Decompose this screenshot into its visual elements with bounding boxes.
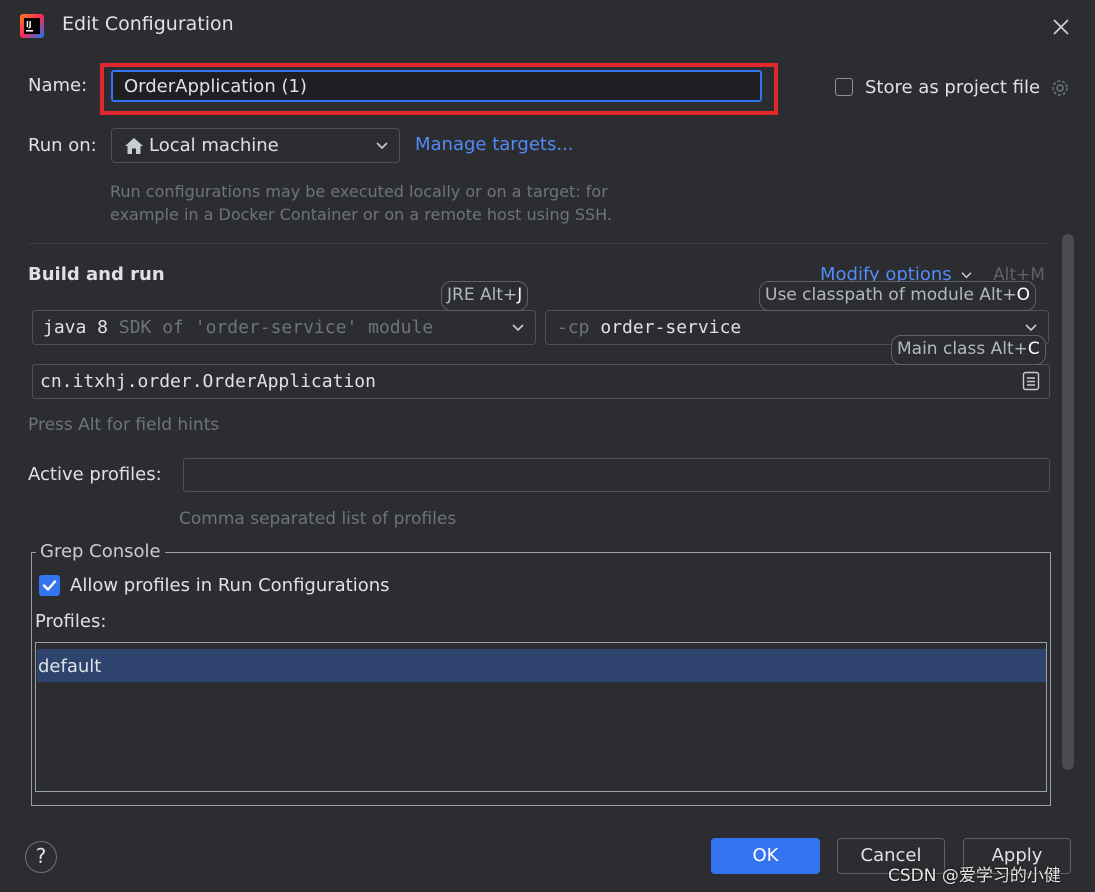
field-hints-text: Press Alt for field hints (28, 415, 220, 435)
title-bar: IJ Edit Configuration (0, 0, 1095, 52)
run-on-hint-line1: Run configurations may be executed local… (110, 182, 608, 201)
jre-hint-key: J (517, 285, 523, 305)
classpath-value: -cp order-service (557, 317, 741, 338)
main-class-value: cn.itxhj.order.OrderApplication (40, 371, 376, 392)
main-class-hint-pill: Main class Alt+C (891, 335, 1046, 365)
manage-targets-link[interactable]: Manage targets... (415, 134, 574, 155)
window-title: Edit Configuration (62, 13, 234, 35)
run-on-hint-line2: example in a Docker Container or on a re… (110, 205, 612, 224)
sdk-value: java 8 SDK of 'order-service' module (43, 317, 433, 338)
store-project-label[interactable]: Store as project file (865, 77, 1040, 98)
active-profiles-label: Active profiles: (28, 464, 162, 485)
profile-item-label: default (38, 656, 102, 677)
main-class-hint-text: Main class Alt+ (897, 339, 1028, 359)
classpath-hint-text: Use classpath of module Alt+ (765, 285, 1017, 305)
sdk-detail: SDK of 'order-service' module (118, 317, 434, 338)
main-class-hint-key: C (1027, 339, 1040, 359)
chevron-down-icon (512, 324, 524, 332)
classpath-hint-pill: Use classpath of module Alt+O (759, 281, 1036, 311)
allow-profiles-checkbox[interactable] (39, 575, 60, 596)
separator (28, 243, 1048, 244)
grep-console-title: Grep Console (36, 541, 165, 562)
chevron-down-icon (376, 142, 388, 150)
scrollbar[interactable] (1062, 234, 1074, 770)
svg-text:IJ: IJ (26, 20, 32, 29)
intellij-logo-icon: IJ (20, 14, 44, 38)
help-button[interactable]: ? (25, 841, 57, 873)
jre-hint-text: JRE Alt+ (447, 285, 518, 305)
cp-module: order-service (600, 317, 742, 338)
run-on-label: Run on: (28, 135, 97, 156)
jre-hint-pill: JRE Alt+J (441, 281, 529, 311)
ok-button[interactable]: OK (711, 838, 820, 874)
gear-icon[interactable] (1049, 77, 1071, 99)
watermark: CSDN @爱学习的小健 (888, 866, 1061, 886)
sdk-main: java 8 (43, 317, 109, 338)
classpath-hint-key: O (1016, 285, 1030, 305)
chevron-down-icon (1025, 324, 1037, 332)
store-project-checkbox[interactable] (835, 78, 853, 96)
list-item[interactable] (37, 649, 1046, 682)
chevron-down-icon (961, 272, 972, 279)
run-on-value: Local machine (149, 135, 279, 156)
checkmark-icon (42, 580, 57, 591)
allow-profiles-label[interactable]: Allow profiles in Run Configurations (70, 575, 390, 596)
active-profiles-hint: Comma separated list of profiles (179, 509, 457, 529)
name-input[interactable] (111, 70, 762, 102)
browse-document-icon[interactable] (1022, 371, 1040, 391)
close-icon[interactable] (1050, 16, 1072, 38)
active-profiles-input[interactable] (183, 458, 1050, 492)
name-label: Name: (28, 75, 88, 96)
home-icon (125, 138, 143, 154)
profiles-label: Profiles: (35, 611, 107, 632)
cp-flag: -cp (557, 317, 590, 338)
build-run-title: Build and run (28, 264, 165, 285)
